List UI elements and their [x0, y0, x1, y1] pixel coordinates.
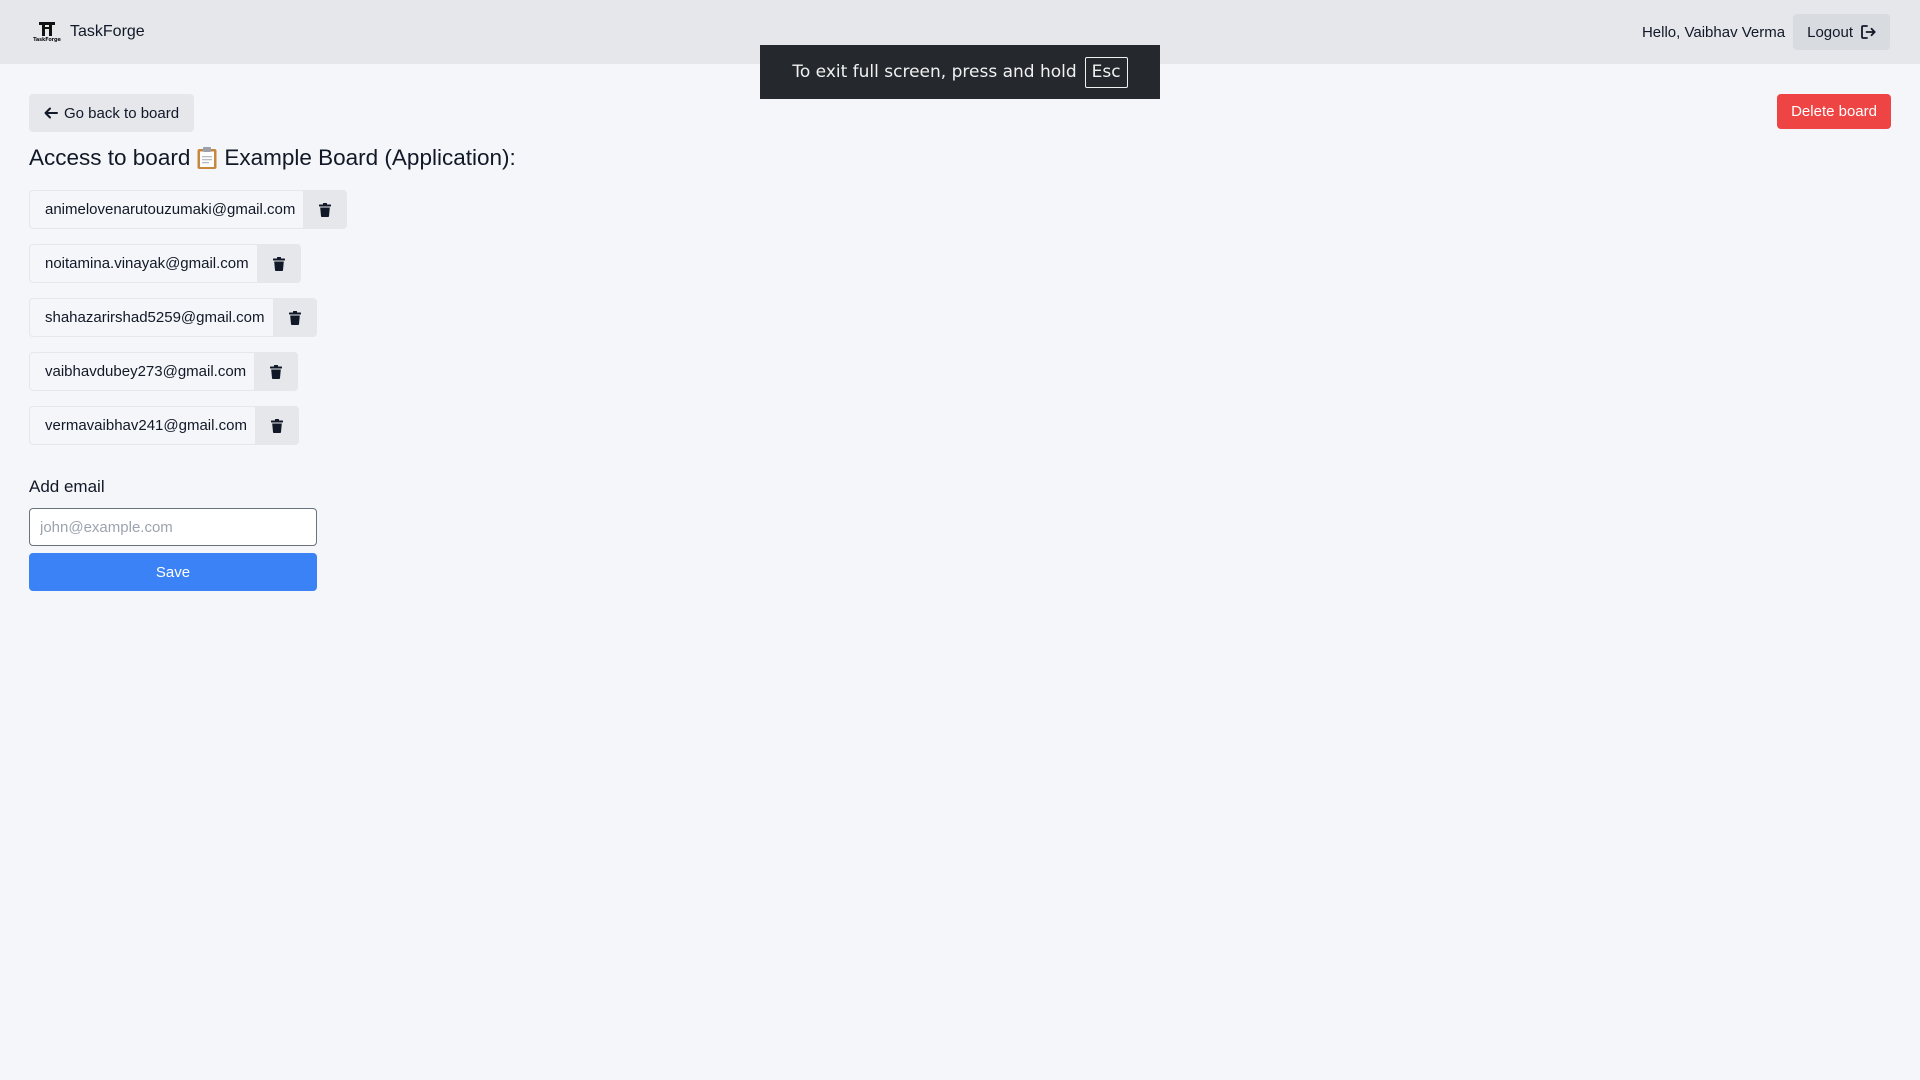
remove-email-button[interactable] — [272, 298, 317, 337]
trash-icon — [319, 202, 332, 217]
list-item: vaibhavdubey273@gmail.com — [29, 352, 347, 391]
remove-email-button[interactable] — [254, 406, 299, 445]
fullscreen-exit-banner: To exit full screen, press and hold Esc — [760, 45, 1160, 99]
title-prefix: Access to board — [29, 145, 191, 170]
brand[interactable]: TaskForge TaskForge — [32, 17, 145, 47]
remove-email-button[interactable] — [254, 352, 299, 391]
logo-mark-icon — [39, 21, 55, 36]
add-email-field[interactable] — [29, 508, 317, 546]
page-title: Access to board Example Board (Applicati… — [29, 145, 516, 171]
taskforge-logo: TaskForge — [32, 17, 62, 47]
clipboard-icon — [197, 147, 217, 169]
user-greeting: Hello, Vaibhav Verma — [1641, 23, 1786, 41]
logout-label: Logout — [1807, 23, 1853, 41]
list-item: vermavaibhav241@gmail.com — [29, 406, 347, 445]
list-item: noitamina.vinayak@gmail.com — [29, 244, 347, 283]
nav-user-area: Hello, Vaibhav Verma Logout — [1642, 14, 1890, 50]
save-button[interactable]: Save — [29, 553, 317, 591]
add-email-label: Add email — [29, 477, 105, 496]
email-value: vaibhavdubey273@gmail.com — [29, 352, 255, 391]
email-value: noitamina.vinayak@gmail.com — [29, 244, 257, 283]
trash-icon — [288, 310, 301, 325]
remove-email-button[interactable] — [256, 244, 301, 283]
go-back-button[interactable]: Go back to board — [29, 94, 195, 132]
brand-name[interactable]: TaskForge — [70, 23, 145, 41]
delete-board-button[interactable]: Delete board — [1777, 94, 1891, 129]
trash-icon — [270, 364, 283, 379]
email-value: vermavaibhav241@gmail.com — [29, 406, 255, 445]
logo-caption: TaskForge — [33, 36, 61, 43]
access-email-list: animelovenarutouzumaki@gmail.com noitami… — [29, 190, 348, 460]
list-item: animelovenarutouzumaki@gmail.com — [29, 190, 348, 229]
trash-icon — [270, 418, 283, 433]
trash-icon — [272, 256, 285, 271]
esc-key-badge: Esc — [1084, 56, 1128, 88]
email-value: animelovenarutouzumaki@gmail.com — [29, 190, 304, 229]
email-value: shahazarirshad5259@gmail.com — [29, 298, 273, 337]
logout-button[interactable]: Logout — [1793, 14, 1890, 50]
remove-email-button[interactable] — [303, 190, 348, 229]
arrow-left-icon — [44, 107, 58, 119]
sign-out-icon — [1861, 25, 1876, 39]
fullscreen-message: To exit full screen, press and hold — [792, 62, 1077, 82]
title-suffix: Example Board (Application): — [224, 145, 516, 170]
list-item: shahazarirshad5259@gmail.com — [29, 298, 347, 337]
go-back-label: Go back to board — [64, 104, 180, 122]
